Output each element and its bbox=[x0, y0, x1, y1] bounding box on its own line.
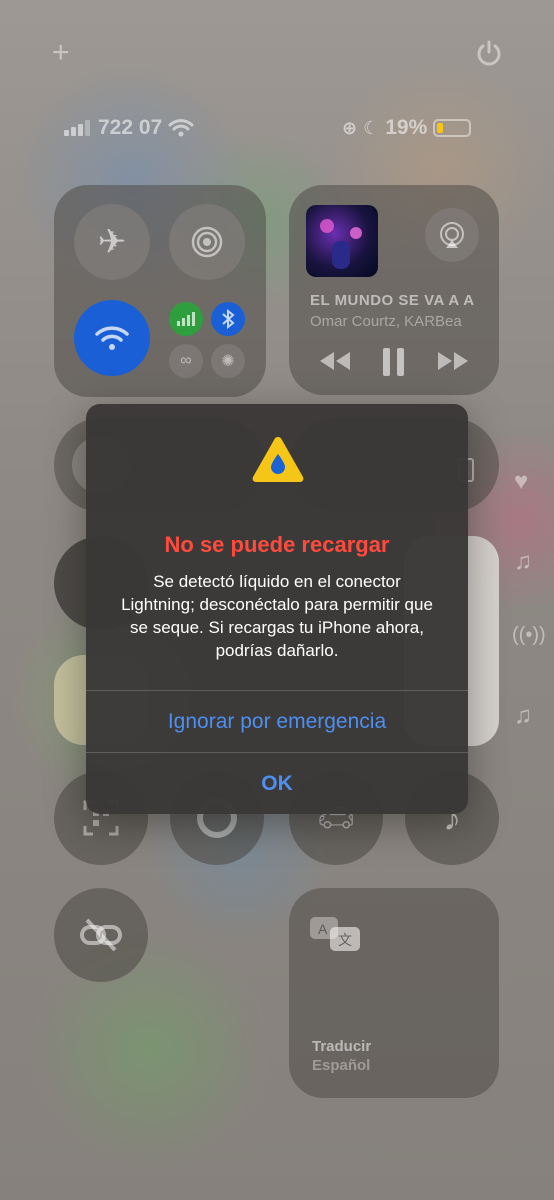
alert-message: Se detectó líquido en el conector Lightn… bbox=[121, 572, 433, 660]
airplay-icon bbox=[440, 222, 464, 248]
rewind-icon bbox=[320, 352, 350, 370]
personal-hotspot-button[interactable]: ∞ bbox=[169, 344, 203, 378]
svg-text:文: 文 bbox=[338, 932, 352, 948]
satellite-button[interactable]: ✺ bbox=[211, 344, 245, 378]
ok-button[interactable]: OK bbox=[86, 753, 468, 814]
plus-icon[interactable]: + bbox=[52, 38, 70, 68]
alert-title: No se puede recargar bbox=[164, 532, 390, 557]
music-note-icon: ♫ bbox=[514, 548, 532, 575]
airplane-mode-button[interactable]: ✈ bbox=[74, 204, 150, 280]
heart-icon: ♥ bbox=[514, 468, 529, 495]
link-toggle-button[interactable] bbox=[54, 888, 148, 982]
album-art bbox=[306, 205, 378, 277]
battery-icon bbox=[433, 119, 472, 137]
signal-icon bbox=[64, 120, 90, 136]
cellular-icon bbox=[177, 312, 195, 326]
song-artist: Omar Courtz, KARBea bbox=[310, 313, 462, 330]
alert-dialog: No se puede recargar Se detectó líquido … bbox=[86, 404, 468, 814]
orientation-lock-icon: ⊕ bbox=[342, 117, 358, 138]
battery-percent: 19% bbox=[385, 116, 428, 139]
airdrop-button[interactable] bbox=[169, 204, 245, 280]
bluetooth-button[interactable] bbox=[211, 302, 245, 336]
wifi-button[interactable] bbox=[74, 300, 150, 376]
link-off-icon bbox=[80, 918, 122, 952]
rewind-button[interactable] bbox=[318, 350, 352, 377]
translate-icon: A 文 bbox=[310, 917, 362, 960]
bluetooth-icon bbox=[222, 309, 235, 329]
airplane-icon: ✈ bbox=[97, 223, 127, 261]
carrier-label: 722 07 bbox=[98, 116, 163, 139]
translate-label: Traducir bbox=[312, 1038, 372, 1055]
water-warning-icon bbox=[250, 434, 306, 489]
translate-language: Español bbox=[312, 1057, 371, 1074]
ignore-emergency-button[interactable]: Ignorar por emergencia bbox=[86, 691, 468, 753]
pause-icon bbox=[383, 348, 404, 376]
airplay-button[interactable] bbox=[425, 208, 479, 262]
status-bar-left: 722 07 bbox=[64, 116, 194, 140]
fast-forward-button[interactable] bbox=[436, 350, 470, 377]
cellular-data-button[interactable] bbox=[169, 302, 203, 336]
broadcast-icon: ((•)) bbox=[512, 624, 546, 646]
wifi-status-icon bbox=[168, 119, 194, 137]
link-icon: ∞ bbox=[180, 352, 192, 369]
music-note-icon-2: ♫ bbox=[514, 702, 532, 729]
wifi-icon bbox=[95, 326, 129, 350]
status-bar-right: ⊕ ☾ 19% bbox=[342, 116, 472, 140]
svg-text:A: A bbox=[318, 921, 328, 937]
pause-button[interactable] bbox=[381, 346, 407, 383]
power-icon[interactable] bbox=[474, 38, 504, 74]
moon-icon: ☾ bbox=[363, 117, 380, 138]
song-title: EL MUNDO SE VA A A bbox=[310, 292, 475, 309]
fast-forward-icon bbox=[438, 352, 468, 370]
satellite-icon: ✺ bbox=[221, 353, 235, 370]
airdrop-icon bbox=[191, 226, 223, 258]
